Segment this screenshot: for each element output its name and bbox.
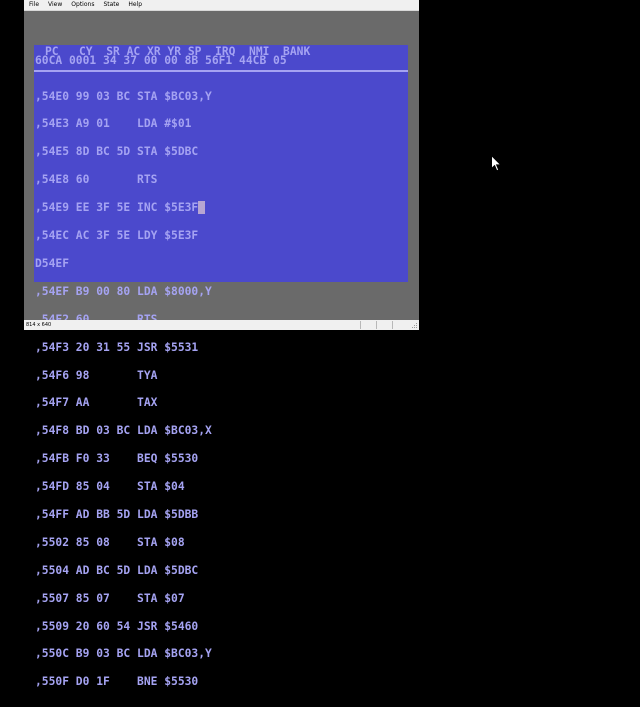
code-line: D54EF [35,256,70,270]
mouse-cursor-icon [491,155,502,172]
text-cursor [198,201,206,215]
menu-view[interactable]: View [43,0,66,10]
menu-state[interactable]: State [98,0,123,10]
code-line: ,550C B9 03 BC LDA $BC03,Y [35,647,212,661]
code-line-text: ,54E9 EE 3F 5E INC $5E3F [35,201,199,215]
resolution-status: 814 x 640 [26,322,52,328]
code-line: ,5504 AD BC 5D LDA $5DBC [35,563,199,577]
status-divider [392,321,393,329]
code-line: ,54E0 99 03 BC STA $BC03,Y [35,89,212,103]
status-bar: 814 x 640 [24,320,419,330]
code-line: ,550F D0 1F BNE $5530 [35,675,199,689]
emulator-window: File View Options State Help PC CY SR AC… [24,0,419,688]
code-line: ,54EF B9 00 80 LDA $8000,Y [35,284,212,298]
register-header-values: 60CA 0001 34 37 00 00 8B 56F1 44CB 05 [35,54,287,67]
disassembly-listing: ,54E0 99 03 BC STA $BC03,Y ,54E3 A9 01 L… [35,73,212,705]
code-line: ,54FD 85 04 STA $04 [35,480,185,494]
code-line: ,5502 85 08 STA $08 [35,535,185,549]
code-line: ,54F8 BD 03 BC LDA $BC03,X [35,424,212,438]
code-line-with-cursor: ,54E9 EE 3F 5E INC $5E3F [35,201,212,215]
monitor-separator [34,70,408,72]
code-line: ,54EC AC 3F 5E LDY $5E3F [35,229,199,243]
code-line: ,5507 85 07 STA $07 [35,591,185,605]
status-divider [360,321,361,329]
code-line: ,54F3 20 31 55 JSR $5531 [35,340,199,354]
code-line: ,54F6 98 TYA [35,368,158,382]
code-line: ,54E5 8D BC 5D STA $5DBC [35,145,199,159]
status-divider [376,321,377,329]
menu-file[interactable]: File [24,0,43,10]
code-line: ,54E8 60 RTS [35,173,158,187]
menu-divider [24,10,419,11]
code-line: ,54FF AD BB 5D LDA $5DBB [35,507,199,521]
c64-screen[interactable]: PC CY SR AC XR YR SP IRQ NMI BANK 60CA 0… [34,45,408,688]
resize-grip-icon[interactable] [412,323,418,329]
code-line: ,54E3 A9 01 LDA #$01 [35,117,192,131]
code-line: ,54F7 AA TAX [35,396,158,410]
code-line: ,5509 20 60 54 JSR $5460 [35,619,199,633]
code-line: ,54FB F0 33 BEQ $5530 [35,452,199,466]
menu-bar: File View Options State Help [24,0,419,10]
menu-help[interactable]: Help [123,0,146,10]
menu-options[interactable]: Options [66,0,98,10]
